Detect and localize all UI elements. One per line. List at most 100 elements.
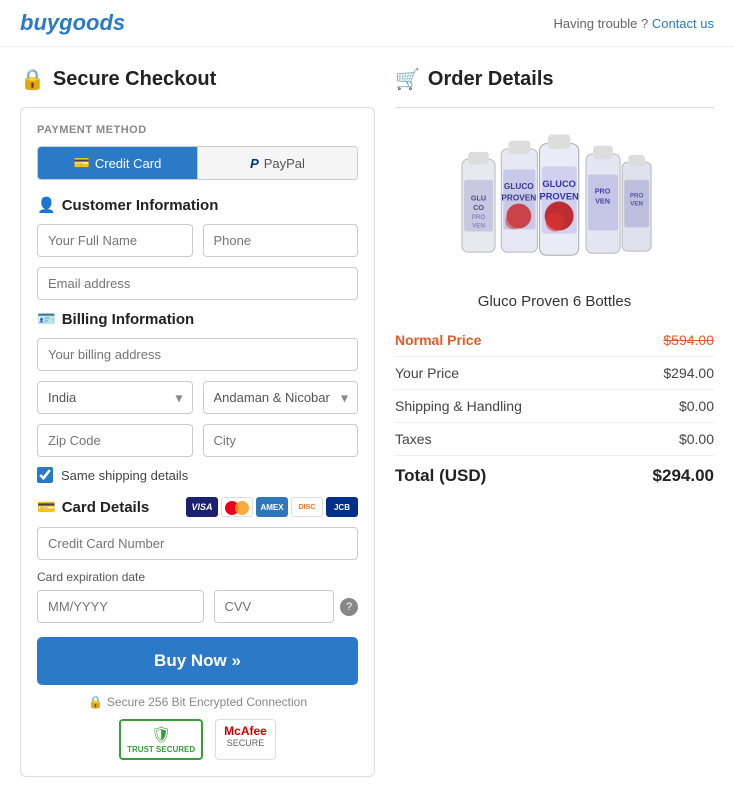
checkout-box: PAYMENT METHOD 💳 Credit Card P PayPal 👤 … [20, 107, 375, 777]
payment-method-label: PAYMENT METHOD [37, 124, 358, 136]
credit-card-label: Credit Card [95, 156, 161, 171]
svg-text:VEN: VEN [472, 222, 485, 229]
mastercard-icon [221, 497, 253, 517]
secure-text: 🔒 Secure 256 Bit Encrypted Connection [37, 695, 358, 709]
total-row: Total (USD) $294.00 [395, 456, 714, 496]
svg-text:PRO: PRO [594, 186, 610, 195]
credit-card-icon: 💳 [74, 155, 90, 171]
logo-goods: goods [59, 10, 125, 35]
name-phone-row [37, 224, 358, 257]
order-divider [395, 107, 714, 108]
city-input[interactable] [203, 424, 359, 457]
taxes-label: Taxes [395, 431, 432, 447]
svg-text:VEN: VEN [630, 201, 643, 208]
total-label: Total (USD) [395, 466, 486, 486]
taxes-value: $0.00 [679, 431, 714, 447]
state-select[interactable]: Andaman & Nicobar Maharashtra Delhi Karn… [203, 381, 359, 414]
cart-icon: 🛒 [395, 67, 420, 92]
country-state-row: India United States United Kingdom Canad… [37, 381, 358, 414]
header-help: Having trouble ? Contact us [554, 16, 714, 31]
billing-icon: 🪪 [37, 310, 56, 328]
card-number-input[interactable] [37, 527, 358, 560]
trust-secured-text: TRUST SECURED [127, 745, 195, 754]
product-name: Gluco Proven 6 Bottles [395, 293, 714, 310]
same-shipping-row: Same shipping details [37, 467, 358, 483]
order-details-title: 🛒 Order Details [395, 67, 714, 92]
shipping-value: $0.00 [679, 398, 714, 414]
security-badges: 🛡 TRUST SECURED McAfee SECURE [37, 719, 358, 760]
full-name-input[interactable] [37, 224, 193, 257]
normal-price-row: Normal Price $594.00 [395, 324, 714, 357]
address-row [37, 338, 358, 371]
left-panel: 🔒 Secure Checkout PAYMENT METHOD 💳 Credi… [20, 67, 375, 777]
card-icons: VISA AMEX DISC JCB [186, 497, 358, 517]
svg-text:GLUCO: GLUCO [542, 179, 576, 189]
cvv-wrapper: ? [214, 590, 359, 623]
normal-price-label: Normal Price [395, 332, 481, 348]
right-panel: 🛒 Order Details GLU CO PRO VEN [395, 67, 714, 777]
customer-info-title: 👤 Customer Information [37, 196, 358, 214]
lock-icon: 🔒 [20, 67, 45, 92]
trustguard-badge: 🛡 TRUST SECURED [119, 719, 203, 760]
svg-text:GLU: GLU [470, 194, 485, 203]
mcafee-badge: McAfee SECURE [215, 719, 276, 760]
payment-tabs: 💳 Credit Card P PayPal [37, 146, 358, 180]
card-details-header: 💳 Card Details VISA AMEX DISC JCB [37, 497, 358, 517]
your-price-label: Your Price [395, 365, 459, 381]
tab-credit-card[interactable]: 💳 Credit Card [38, 147, 197, 179]
cvv-input[interactable] [214, 590, 335, 623]
cvv-help-icon[interactable]: ? [340, 598, 358, 616]
svg-text:PROVEN: PROVEN [501, 194, 536, 203]
header: buygoods Having trouble ? Contact us [0, 0, 734, 47]
paypal-label: PayPal [264, 156, 305, 171]
zip-city-row [37, 424, 358, 457]
mcafee-name: McAfee [224, 724, 267, 738]
visa-icon: VISA [186, 497, 218, 517]
mcafee-sub: SECURE [227, 738, 265, 748]
discover-icon: DISC [291, 497, 323, 517]
phone-input[interactable] [203, 224, 359, 257]
product-image: GLU CO PRO VEN GLUCO PROVEN GL [445, 123, 665, 278]
state-select-wrapper: Andaman & Nicobar Maharashtra Delhi Karn… [203, 381, 359, 414]
main-container: 🔒 Secure Checkout PAYMENT METHOD 💳 Credi… [0, 47, 734, 797]
svg-text:CO: CO [473, 203, 484, 212]
help-text: Having trouble ? [554, 16, 649, 31]
paypal-icon: P [250, 156, 259, 171]
expiry-label: Card expiration date [37, 570, 358, 584]
svg-text:PRO: PRO [471, 214, 485, 221]
person-icon: 👤 [37, 196, 56, 214]
shipping-label: Shipping & Handling [395, 398, 522, 414]
total-value: $294.00 [653, 466, 714, 486]
normal-price-value: $594.00 [663, 332, 714, 348]
svg-text:PROVEN: PROVEN [539, 191, 578, 201]
card-details-icon: 💳 [37, 498, 56, 516]
shipping-row: Shipping & Handling $0.00 [395, 390, 714, 423]
contact-link[interactable]: Contact us [652, 16, 714, 31]
country-select-wrapper: India United States United Kingdom Canad… [37, 381, 193, 414]
card-expiry-row: ? [37, 590, 358, 623]
card-number-row [37, 527, 358, 560]
same-shipping-label: Same shipping details [61, 468, 188, 483]
billing-info-title: 🪪 Billing Information [37, 310, 358, 328]
buy-now-button[interactable]: Buy Now » [37, 637, 358, 685]
billing-address-input[interactable] [37, 338, 358, 371]
lock-secure-icon: 🔒 [88, 695, 103, 709]
jcb-icon: JCB [326, 497, 358, 517]
product-image-area: GLU CO PRO VEN GLUCO PROVEN GL [395, 123, 714, 281]
your-price-row: Your Price $294.00 [395, 357, 714, 390]
zip-input[interactable] [37, 424, 193, 457]
email-input[interactable] [37, 267, 358, 300]
expiry-input[interactable] [37, 590, 204, 623]
checkout-title: 🔒 Secure Checkout [20, 67, 375, 92]
email-row [37, 267, 358, 300]
same-shipping-checkbox[interactable] [37, 467, 53, 483]
your-price-value: $294.00 [663, 365, 714, 381]
tab-paypal[interactable]: P PayPal [198, 147, 357, 179]
svg-text:PRO: PRO [629, 192, 643, 199]
amex-icon: AMEX [256, 497, 288, 517]
card-details-title: 💳 Card Details [37, 498, 149, 516]
logo: buygoods [20, 10, 125, 36]
country-select[interactable]: India United States United Kingdom Canad… [37, 381, 193, 414]
svg-text:GLUCO: GLUCO [503, 182, 533, 191]
taxes-row: Taxes $0.00 [395, 423, 714, 456]
